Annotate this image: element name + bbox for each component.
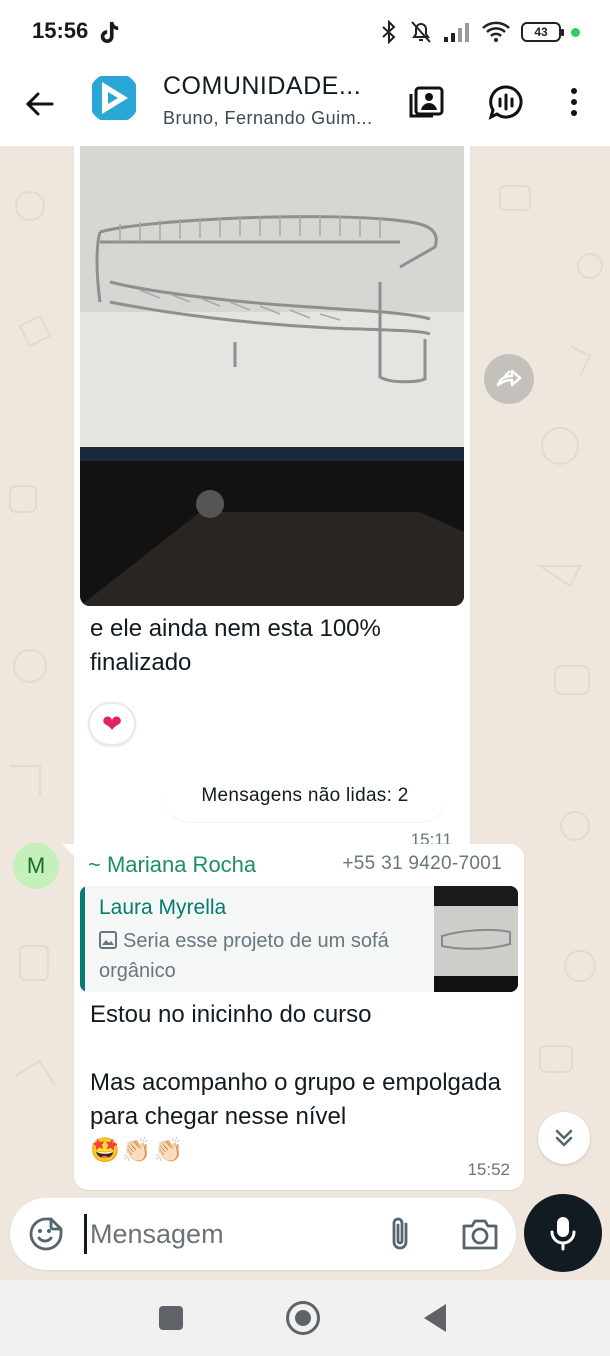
group-title[interactable]: COMUNIDADE... [163, 72, 383, 101]
attach-icon[interactable] [384, 1214, 418, 1254]
message-time: 15:52 [467, 1160, 510, 1179]
more-vert-icon[interactable] [554, 82, 594, 122]
quote-text: Seria esse projeto de um sofá orgânico [99, 926, 399, 986]
unread-messages-divider: Mensagens não lidas: 2 [164, 770, 446, 822]
message-emojis: 🤩👏🏻👏🏻 [90, 1137, 186, 1164]
sender-name[interactable]: ~ Mariana Rocha [88, 852, 256, 878]
double-chevron-down-icon [555, 1129, 573, 1147]
photo-icon [99, 931, 117, 949]
battery-icon: 43 [521, 22, 564, 42]
message-line: Estou no inicinho do curso [90, 1001, 372, 1028]
system-navigation-bar [0, 1280, 610, 1356]
system-back-button[interactable] [424, 1304, 446, 1332]
chat-area[interactable]: e ele ainda nem esta 100% finalizado 15:… [0, 146, 610, 1196]
message-line: Mas acompanho o grupo e empolgada para c… [90, 1069, 501, 1130]
voice-chat-icon[interactable] [486, 82, 526, 122]
scroll-to-bottom-button[interactable] [538, 1112, 590, 1164]
quote-author: Laura Myrella [99, 896, 227, 919]
quote-text-content: Seria esse projeto de um sofá orgânico [99, 930, 389, 982]
sofa-render-photo[interactable] [80, 146, 464, 606]
catalog-icon[interactable] [406, 82, 446, 122]
message-bubble-reply[interactable]: ~ Mariana Rocha +55 31 9420-7001 Laura M… [74, 844, 524, 1190]
message-composer [10, 1198, 516, 1270]
photo-content [80, 146, 464, 606]
group-logo-icon [92, 76, 136, 120]
bluetooth-icon [382, 20, 396, 44]
tiktok-icon [100, 21, 119, 43]
group-members[interactable]: Bruno, Fernando Guim... [163, 108, 388, 129]
recent-apps-button[interactable] [159, 1306, 183, 1330]
status-icons: 43 [379, 18, 580, 46]
muted-bell-icon [411, 21, 431, 43]
message-bubble-image[interactable]: e ele ainda nem esta 100% finalizado 15:… [74, 146, 470, 878]
heart-reaction[interactable]: ❤ [88, 702, 136, 746]
sender-phone: +55 31 9420-7001 [342, 853, 502, 874]
sticker-icon[interactable] [28, 1216, 64, 1252]
voice-record-button[interactable] [524, 1194, 602, 1272]
microphone-icon [550, 1217, 576, 1251]
privacy-indicator [571, 27, 580, 37]
wifi-icon [482, 21, 510, 42]
signal-icon [444, 23, 469, 42]
text-cursor [84, 1214, 87, 1254]
home-button[interactable] [286, 1301, 320, 1335]
quote-accent-bar [80, 886, 85, 992]
status-time: 15:56 [32, 18, 89, 43]
chat-header: COMUNIDADE... Bruno, Fernando Guim... [0, 62, 610, 146]
forward-button[interactable] [484, 354, 534, 404]
sender-avatar[interactable]: M [13, 843, 59, 889]
back-arrow-icon[interactable] [20, 84, 60, 124]
quote-thumbnail-image [434, 886, 518, 992]
quoted-message[interactable]: Laura Myrella Seria esse projeto de um s… [80, 886, 518, 992]
message-body: Estou no inicinho do curso Mas acompanho… [90, 998, 520, 1168]
message-input[interactable] [90, 1210, 360, 1258]
status-bar: 15:56 43 [0, 0, 610, 62]
group-avatar[interactable] [88, 72, 140, 124]
message-text: e ele ainda nem esta 100% finalizado [90, 615, 381, 676]
camera-icon[interactable] [460, 1216, 500, 1252]
forward-icon [496, 367, 522, 391]
quote-thumbnail [434, 886, 518, 992]
